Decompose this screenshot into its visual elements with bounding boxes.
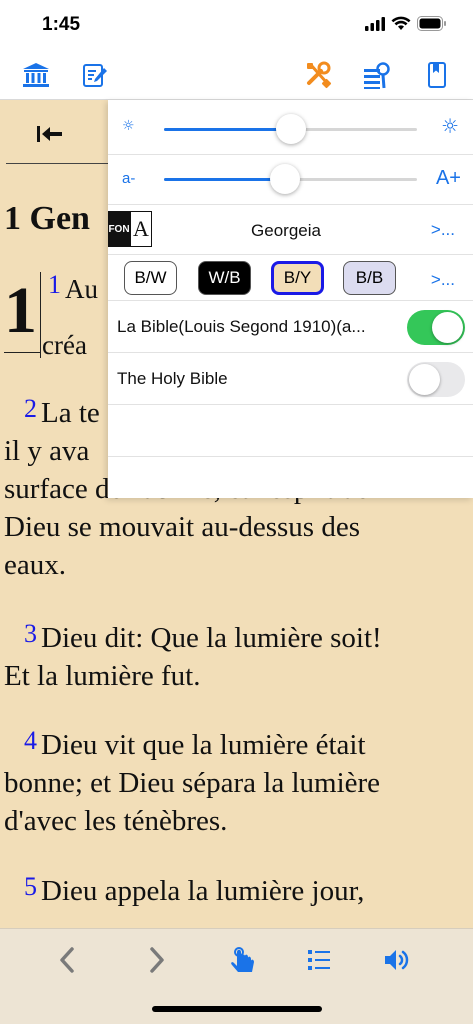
status-time: 1:45 (42, 14, 81, 35)
status-bar: 1:45 (0, 0, 473, 50)
toggle-knob (409, 364, 440, 395)
theme-more-button[interactable]: >... (431, 270, 455, 290)
brightness-high-icon: ☼ (441, 114, 459, 138)
font-size-decrease-label: a- (122, 170, 136, 187)
brightness-row: ☼ ☼ (108, 100, 473, 155)
verse-number[interactable]: 3 (24, 619, 37, 648)
font-size-increase-label: A+ (435, 167, 461, 189)
theme-button-b-y[interactable]: B/Y (271, 261, 324, 295)
brightness-slider-fill (164, 128, 291, 131)
font-row[interactable]: FON A Georgeia >... (108, 205, 473, 255)
theme-button-w-b[interactable]: W/B (198, 261, 251, 295)
theme-button-b-b[interactable]: B/B (343, 261, 396, 295)
signal-icon (365, 16, 385, 31)
library-icon[interactable] (21, 60, 51, 90)
verse-3: 3 Dieu dit: Que la lumière soit! Et la lu… (4, 619, 382, 692)
empty-row (108, 405, 473, 457)
battery-icon (417, 16, 446, 31)
back-to-start-icon[interactable] (36, 124, 64, 149)
toggle-knob (432, 312, 463, 343)
tools-icon[interactable] (304, 60, 334, 90)
font-more-button[interactable]: >... (431, 220, 455, 240)
bible-row-1: La Bible(Louis Segond 1910)(a... (108, 301, 473, 353)
display-settings-popover: ☼ ☼ a- A+ FON A Georgeia >... B/W W/B B/Y B… (108, 100, 473, 498)
brightness-slider[interactable] (164, 114, 417, 144)
verse-number[interactable]: 4 (24, 726, 37, 755)
tap-icon[interactable] (228, 945, 258, 975)
bible-label: La Bible(Louis Segond 1910)(a... (117, 317, 366, 336)
brightness-slider-thumb[interactable] (275, 114, 306, 144)
verse-number[interactable]: 1 (48, 270, 61, 299)
font-name: Georgeia (251, 221, 321, 240)
chevron-right-icon[interactable] (142, 945, 172, 975)
home-indicator[interactable] (152, 1006, 322, 1012)
bible-1-toggle[interactable] (407, 310, 465, 345)
font-size-slider[interactable] (164, 164, 417, 194)
theme-button-b-w[interactable]: B/W (124, 261, 177, 295)
verse-5: 5 Dieu appela la lumière jour, (24, 872, 365, 907)
top-toolbar (0, 50, 473, 100)
notes-icon[interactable] (80, 60, 110, 90)
theme-row: B/W W/B B/Y B/B >... (108, 255, 473, 301)
verse-1-line-1: 1 Au (48, 270, 98, 304)
bookmark-icon[interactable] (422, 60, 452, 90)
chevron-left-icon[interactable] (52, 945, 82, 975)
bible-label: The Holy Bible (117, 369, 228, 388)
book-title: 1 Gen (4, 200, 90, 237)
list-icon[interactable] (304, 945, 334, 975)
status-icons (365, 16, 447, 31)
verse-4: 4 Dieu vit que la lumière était bonne; et… (4, 726, 381, 837)
font-size-slider-fill (164, 178, 286, 181)
font-size-row: a- A+ (108, 155, 473, 205)
wifi-icon (391, 16, 411, 30)
verse-number[interactable]: 5 (24, 872, 37, 901)
dropcap-underline (4, 352, 40, 353)
bible-row-2: The Holy Bible (108, 353, 473, 405)
speaker-icon[interactable] (382, 945, 412, 975)
font-size-slider-thumb[interactable] (270, 164, 301, 194)
chapter-dropcap: 1 (4, 274, 37, 347)
dropcap-rule (40, 272, 41, 358)
brightness-low-icon: ☼ (122, 118, 135, 134)
bible-2-toggle[interactable] (407, 362, 465, 397)
search-icon[interactable] (362, 60, 392, 90)
verse-number[interactable]: 2 (24, 394, 37, 423)
verse-1-line-2: créa (42, 330, 87, 360)
